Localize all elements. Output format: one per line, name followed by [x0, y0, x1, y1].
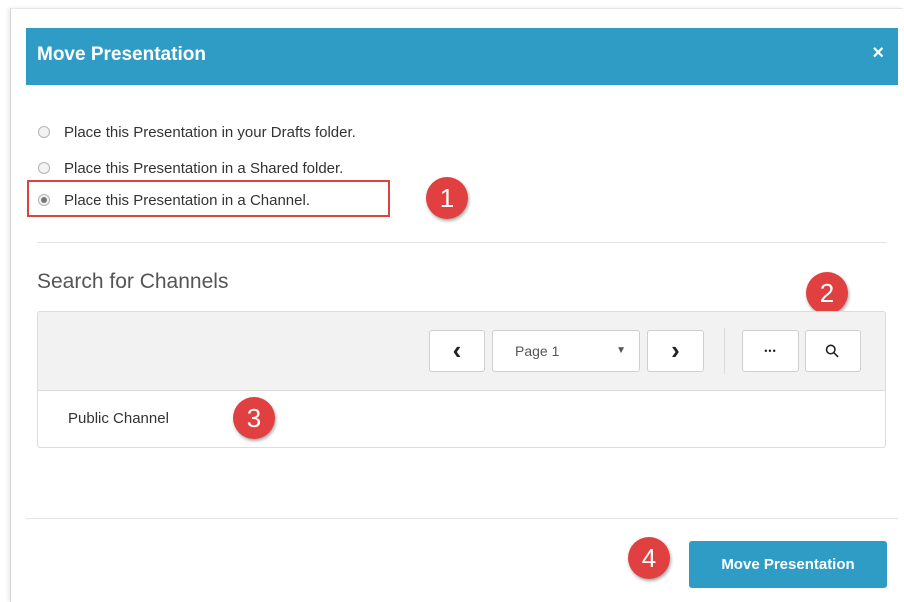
- step-badge-1: 1: [426, 177, 468, 219]
- option-shared[interactable]: Place this Presentation in a Shared fold…: [38, 157, 343, 179]
- channel-result-item[interactable]: Public Channel: [68, 410, 169, 427]
- toolbar-separator: [724, 328, 725, 374]
- move-presentation-button[interactable]: Move Presentation: [689, 541, 887, 588]
- step-badge-2: 2: [806, 272, 848, 314]
- pager-toolbar: ‹ Page 1 ▼ › ••• ⚲: [38, 312, 885, 391]
- option-shared-label: Place this Presentation in a Shared fold…: [64, 159, 344, 177]
- step-badge-4: 4: [628, 537, 670, 579]
- footer-divider: [26, 518, 898, 519]
- chevron-down-icon: ▼: [616, 345, 626, 356]
- close-icon[interactable]: ×: [872, 42, 884, 65]
- channel-search-panel: ‹ Page 1 ▼ › ••• ⚲ Public Channel: [37, 311, 886, 448]
- chevron-right-icon: ›: [671, 334, 680, 365]
- step-badge-3: 3: [233, 397, 275, 439]
- radio-drafts[interactable]: [38, 126, 50, 138]
- option-drafts-label: Place this Presentation in your Drafts f…: [64, 123, 356, 141]
- highlight-box: [27, 180, 390, 217]
- next-page-button[interactable]: ›: [647, 330, 704, 372]
- page-select[interactable]: Page 1 ▼: [492, 330, 640, 372]
- divider: [37, 242, 886, 243]
- chevron-left-icon: ‹: [452, 334, 462, 365]
- search-icon: ⚲: [820, 338, 845, 363]
- radio-shared[interactable]: [38, 162, 50, 174]
- page-select-value: Page 1: [515, 343, 560, 359]
- search-button[interactable]: ⚲: [805, 330, 861, 372]
- dialog-frame: [10, 8, 903, 602]
- search-section-title: Search for Channels: [37, 270, 229, 293]
- prev-page-button[interactable]: ‹: [429, 330, 485, 372]
- option-drafts[interactable]: Place this Presentation in your Drafts f…: [38, 121, 356, 143]
- dialog-title: Move Presentation: [37, 44, 206, 65]
- dialog-header: Move Presentation ×: [26, 28, 898, 85]
- more-options-button[interactable]: •••: [742, 330, 799, 372]
- ellipsis-icon: •••: [764, 346, 777, 356]
